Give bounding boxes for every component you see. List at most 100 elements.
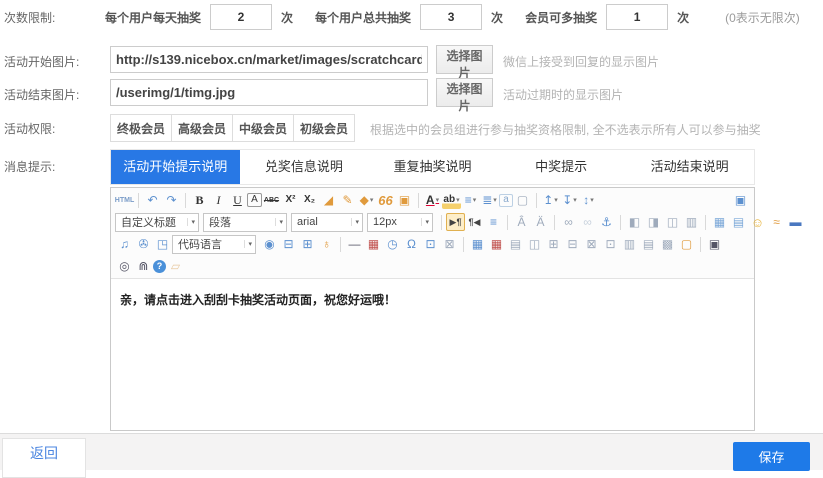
table-props-icon[interactable]: ▩ [658, 235, 677, 253]
paint-color-icon[interactable]: ◆▾ [357, 191, 376, 209]
bold-icon[interactable]: B [190, 191, 209, 209]
subscript-icon[interactable]: X₂ [300, 191, 319, 209]
format-painter-icon[interactable]: ✎ [338, 191, 357, 209]
eraser-icon[interactable]: ◢ [319, 191, 338, 209]
member-extra-draw-unit: 次 [677, 9, 689, 26]
template-icon[interactable]: ⊞ [298, 235, 317, 253]
image-manager-icon[interactable]: ▤ [729, 213, 748, 231]
member-option-ultimate[interactable]: 终极会员 [110, 114, 172, 142]
image-float-left-icon[interactable]: ◧ [625, 213, 644, 231]
delete-row-icon[interactable]: ⊠ [582, 235, 601, 253]
attachment-icon[interactable]: ✇ [134, 235, 153, 253]
help-icon[interactable]: ? [153, 260, 166, 273]
highlight-color-icon[interactable]: ab▾ [442, 191, 461, 209]
member-option-middle[interactable]: 中级会员 [232, 114, 294, 142]
image-inline-icon[interactable]: ▥ [682, 213, 701, 231]
search-replace-icon[interactable]: ⋒ [134, 257, 153, 275]
editor-content[interactable]: 亲，请点击进入刮刮卡抽奖活动页面，祝您好运哦！ [111, 279, 754, 430]
special-char-icon[interactable]: Ω [402, 235, 421, 253]
insert-code-icon[interactable]: ◳ [153, 235, 172, 253]
insert-video-icon[interactable]: ▬ [786, 213, 805, 231]
table-title-icon[interactable]: ▤ [506, 235, 525, 253]
insert-table-icon[interactable]: ▦ [468, 235, 487, 253]
vertical-align-top-icon[interactable]: ↥▾ [541, 191, 560, 209]
insert-row-icon[interactable]: ⊞ [544, 235, 563, 253]
tab-activity-start-tip[interactable]: 活动开始提示说明 [111, 150, 240, 184]
superscript-icon[interactable]: X² [281, 191, 300, 209]
paste-as-text-icon[interactable]: ▣ [395, 191, 414, 209]
font-family-select[interactable]: arial▾ [291, 213, 363, 232]
tab-repeat-draw[interactable]: 重复抽奖说明 [368, 150, 497, 184]
tab-win-tip[interactable]: 中奖提示 [497, 150, 626, 184]
fullscreen-icon[interactable]: ▣ [731, 191, 750, 209]
preview-icon[interactable]: ◎ [115, 257, 134, 275]
underline-icon[interactable]: U [228, 191, 247, 209]
unordered-list-icon[interactable]: ≣▾ [480, 191, 499, 209]
tab-activity-end[interactable]: 活动结束说明 [625, 150, 754, 184]
anchor-blue-icon[interactable]: ⚓ [597, 213, 616, 231]
indent-icon[interactable]: ≡ [484, 213, 503, 231]
permission-hint: 根据选中的会员组进行参与抽奖资格限制, 全不选表示所有人可以参与抽奖 [370, 121, 761, 138]
insert-time-icon[interactable]: ◷ [383, 235, 402, 253]
end-image-pick-button[interactable]: 选择图片 [436, 78, 493, 107]
scrawl-icon[interactable]: ≈ [767, 213, 786, 231]
chevron-down-icon: ▾ [351, 218, 362, 226]
spellcheck-icon[interactable]: ⊠ [440, 235, 459, 253]
insert-col-icon[interactable]: ⊟ [563, 235, 582, 253]
delete-table-icon[interactable]: ▦ [487, 235, 506, 253]
insert-date-icon[interactable]: ▦ [364, 235, 383, 253]
link-icon[interactable]: ∞ [559, 213, 578, 231]
blockquote-icon[interactable]: 66 [376, 191, 395, 209]
code-language-select[interactable]: 代码语言▾ [172, 235, 256, 254]
map-icon[interactable]: ◉ [260, 235, 279, 253]
lowercase-icon[interactable]: Ä [531, 213, 550, 231]
total-draw-input[interactable] [420, 4, 482, 30]
page-break-icon[interactable]: ⊟ [279, 235, 298, 253]
font-color-icon[interactable]: A▾ [423, 191, 442, 209]
italic-icon[interactable]: I [209, 191, 228, 209]
paste-icon[interactable]: ▱ [166, 257, 185, 275]
custom-title-select[interactable]: 自定义标题▾ [115, 213, 199, 232]
start-image-pick-button[interactable]: 选择图片 [436, 45, 493, 74]
line-height-icon[interactable]: ↕▾ [579, 191, 598, 209]
music-icon[interactable]: ♫ [115, 235, 134, 253]
form-icon[interactable]: ⊡ [421, 235, 440, 253]
strikethrough-icon[interactable]: ABC [262, 191, 281, 209]
start-image-input[interactable] [110, 46, 428, 73]
image-center-icon[interactable]: ◫ [663, 213, 682, 231]
chevron-down-icon: ▾ [421, 218, 432, 226]
emotion-icon[interactable]: ☺ [748, 213, 767, 231]
html-source-icon[interactable]: HTML [115, 191, 134, 209]
vertical-align-bottom-icon[interactable]: ↧▾ [560, 191, 579, 209]
border-text-icon[interactable]: A [247, 193, 262, 207]
ltr-paragraph-icon[interactable]: ▶¶ [446, 213, 465, 231]
member-option-junior[interactable]: 初级会员 [293, 114, 355, 142]
member-option-senior[interactable]: 高级会员 [171, 114, 233, 142]
split-cell-col-icon[interactable]: ▤ [639, 235, 658, 253]
paragraph-select[interactable]: 段落▾ [203, 213, 287, 232]
screenshot-icon[interactable]: ♁ [317, 235, 336, 253]
unlink-icon[interactable]: ∞ [578, 213, 597, 231]
anchor-icon[interactable]: a [499, 194, 513, 207]
split-cell-row-icon[interactable]: ▥ [620, 235, 639, 253]
merge-cells-icon[interactable]: ◫ [525, 235, 544, 253]
redo-icon[interactable]: ↷ [162, 191, 181, 209]
font-size-select[interactable]: 12px▾ [367, 213, 433, 232]
uppercase-icon[interactable]: Â [512, 213, 531, 231]
rtl-paragraph-icon[interactable]: ¶◀ [465, 213, 484, 231]
end-image-input[interactable] [110, 79, 428, 106]
member-extra-draw-input[interactable] [606, 4, 668, 30]
save-button[interactable]: 保存 [733, 442, 810, 471]
back-button[interactable]: 返回 [2, 438, 86, 478]
new-doc-icon[interactable]: ▢ [677, 235, 696, 253]
image-float-right-icon[interactable]: ◨ [644, 213, 663, 231]
undo-icon[interactable]: ↶ [143, 191, 162, 209]
insert-image-icon[interactable]: ▦ [710, 213, 729, 231]
clear-format-icon[interactable]: ▢ [513, 191, 532, 209]
tab-redeem-info[interactable]: 兑奖信息说明 [240, 150, 369, 184]
daily-draw-input[interactable] [210, 4, 272, 30]
ordered-list-icon[interactable]: ≡▾ [461, 191, 480, 209]
print-icon[interactable]: ▣ [705, 235, 724, 253]
horizontal-rule-icon[interactable]: — [345, 235, 364, 253]
delete-col-icon[interactable]: ⊡ [601, 235, 620, 253]
